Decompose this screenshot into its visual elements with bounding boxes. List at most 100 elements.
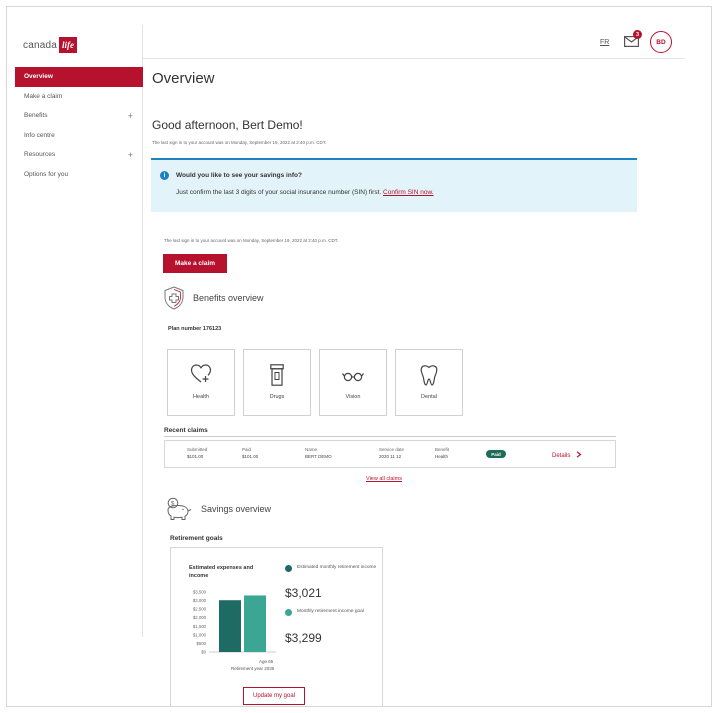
chart-x-label: Age 65 [259,659,274,664]
message-count-badge: 3 [633,30,642,39]
plan-number: Plan number 176123 [168,326,222,332]
divider [164,436,616,437]
retirement-goal-card: Estimated expenses and income $3,500 $3,0… [170,547,383,706]
legend-label-goal: Monthly retirement income goal [297,609,364,614]
banner-body: Just confirm the last 3 digits of your s… [176,189,382,196]
chart-bar [244,595,266,652]
retirement-chart: $3,500 $3,000 $2,500 $2,000 $1,500 $1,000 $500… [193,590,276,655]
benefit-tile-label: Health [193,394,209,400]
canada-life-logo[interactable]: canada life [23,37,78,53]
savings-info-banner: i Would you like to see your savings inf… [151,158,637,212]
piggy-bank-icon: $ [167,497,192,520]
sidebar-item-overview[interactable]: Overview [15,67,143,87]
claim-cell-service-date: Service date 2020 11 12 [379,446,404,460]
legend-label-estimated: Estimated monthly retirement income [297,565,377,570]
update-goal-button[interactable]: Update my goal [243,687,305,705]
dental-icon [420,365,438,386]
claim-cell-header: Name [305,447,318,452]
benefit-tile-vision[interactable]: Vision [319,349,387,416]
claim-cell-benefit: Benefit Health [435,446,449,460]
vision-icon [342,372,364,382]
sidebar-item-label: Options for you [24,170,69,178]
chart-y-tick: $1,000 [193,632,207,637]
legend-value-estimated: $3,021 [285,586,322,600]
benefits-overview-heading: Benefits overview [193,293,264,303]
claim-cell-header: Benefit [435,447,450,452]
chart-y-tick: $2,500 [193,607,207,612]
claim-cell-header: Service date [379,447,405,452]
benefit-tile-label: Dental [421,394,437,400]
view-all-claims-link[interactable]: View all claims [366,476,402,482]
chart-x-sublabel: Retirement year 2036 [231,666,275,671]
top-bar: FR 3 BD [143,25,685,59]
savings-overview-heading: Savings overview [201,504,272,514]
logo-mark: life [59,37,78,53]
table-row[interactable]: Submitted $101.00 Paid $101.00 Name BERT… [164,440,616,468]
greeting-heading: Good afternoon, Bert Demo! [152,118,303,132]
benefit-tile-drugs[interactable]: Drugs [243,349,311,416]
banner-title: Would you like to see your savings info? [176,172,302,179]
benefit-tile-dental[interactable]: Dental [395,349,463,416]
benefits-overview-header: Benefits overview [163,286,264,310]
chart-y-tick: $2,000 [193,615,207,620]
page-title: Overview [152,70,215,87]
banner-text: Just confirm the last 3 digits of your s… [176,189,434,196]
avatar[interactable]: BD [650,31,672,53]
sidebar: canada life Overview Make a claim Benefi… [15,25,143,637]
chart-y-tick: $0 [201,650,206,655]
expand-plus-icon[interactable]: + [128,111,133,121]
sidebar-item-label: Info centre [24,131,55,139]
status-badge: Paid [486,450,506,458]
confirm-sin-link[interactable]: Confirm SIN now. [383,189,434,196]
claim-details-link[interactable]: Details [552,451,582,459]
benefit-tile-label: Vision [345,394,361,400]
logo-word: canada [23,39,58,51]
chart-y-tick: $1,500 [193,624,207,629]
legend-dot-goal [285,609,292,616]
sidebar-item-label: Benefits [24,112,48,120]
retirement-goals-title: Retirement goals [170,535,223,542]
sidebar-nav: Overview Make a claim Benefits + Info ce… [15,67,143,184]
benefit-tile-health[interactable]: Health [167,349,235,416]
sidebar-item-label: Resources [24,151,56,159]
chevron-right-icon [576,451,582,458]
claim-cell-value: $101.00 [187,454,204,459]
chart-y-tick: $3,000 [193,598,207,603]
claim-cell-value: $101.00 [242,454,259,459]
claim-cell-value: 2020 11 12 [379,454,402,459]
last-signin-text: The last sign in to your account was on … [152,140,327,145]
expand-plus-icon[interactable]: + [128,150,133,160]
info-icon: i [160,171,169,180]
savings-overview-header: $ Savings overview [163,497,271,521]
make-claim-button[interactable]: Make a claim [163,254,227,273]
page-frame: canada life Overview Make a claim Benefi… [6,6,712,707]
claim-cell-header: Submitted [187,447,208,452]
sidebar-item-label: Make a claim [24,92,63,100]
shield-icon [164,286,184,310]
details-label: Details [552,453,571,459]
recent-claims-title: Recent claims [164,427,208,434]
claim-cell-paid: Paid $101.00 [242,446,258,460]
sidebar-item-label: Overview [24,73,53,81]
claim-cell-value: BERT DEMO [305,454,332,459]
sidebar-item-info-centre[interactable]: Info centre [15,126,143,146]
claim-cell-value: Health [435,454,449,459]
chart-bar [219,600,241,652]
legend-dot-estimated [285,565,292,572]
health-icon [190,364,212,383]
chart-y-tick: $3,500 [193,590,207,595]
chart-y-tick: $500 [196,641,206,646]
benefit-tile-label: Drugs [269,394,285,400]
sidebar-item-make-a-claim[interactable]: Make a claim [15,87,143,107]
chart-title: Estimated expenses and income [189,565,254,579]
claim-cell-name: Name BERT DEMO [305,446,332,460]
language-toggle-link[interactable]: FR [600,39,609,46]
claim-cell-submitted: Submitted $101.00 [187,446,207,460]
legend-value-goal: $3,299 [285,631,322,645]
sidebar-item-resources[interactable]: Resources + [15,145,143,165]
drugs-icon [270,364,284,386]
sidebar-item-options-for-you[interactable]: Options for you [15,165,143,185]
claim-cell-header: Paid [242,447,252,452]
sidebar-item-benefits[interactable]: Benefits + [15,106,143,126]
last-signin-text-secondary: The last sign in to your account was on … [164,238,339,243]
